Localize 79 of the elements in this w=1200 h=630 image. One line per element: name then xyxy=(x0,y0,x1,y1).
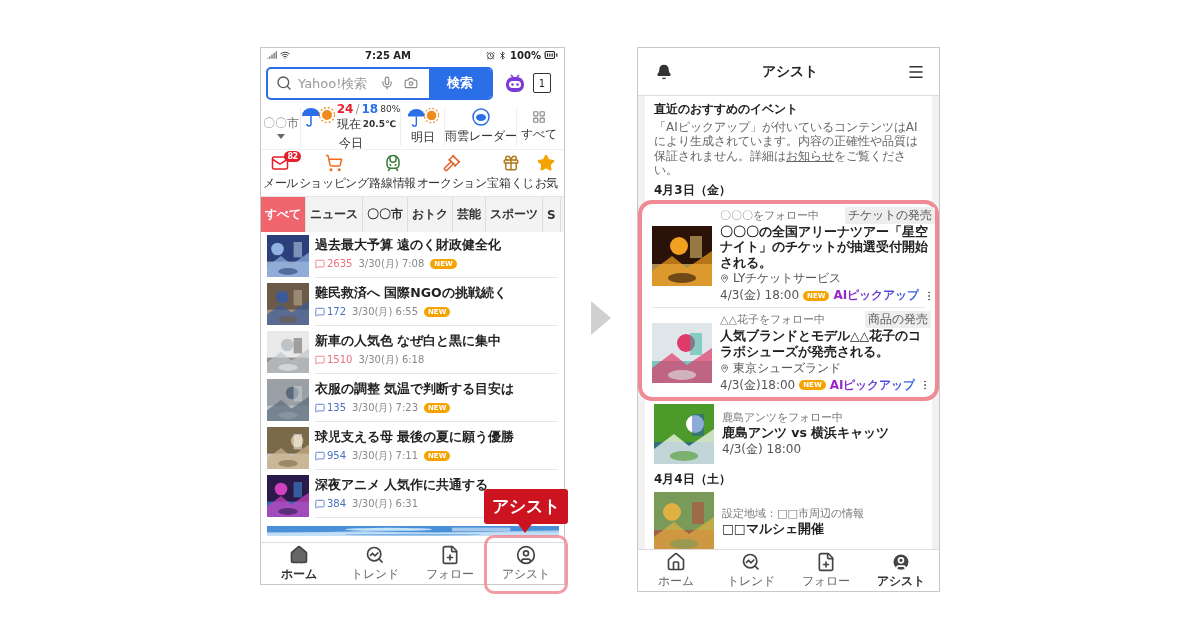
article-title[interactable]: 衣服の調整 気温で判断する目安は xyxy=(315,380,558,398)
service-label[interactable]: ショッピング xyxy=(298,175,369,192)
comment-count: 2635 xyxy=(315,258,353,269)
venue-label: 東京シューズランド xyxy=(733,359,841,377)
nav-tab[interactable]: アシスト xyxy=(863,550,939,591)
comment-count: 954 xyxy=(315,450,347,461)
location-label: 〇〇市 xyxy=(262,114,299,132)
category-tab[interactable]: S xyxy=(543,197,561,232)
now-label: 現在 xyxy=(336,115,361,133)
ai-notice: 「AIピックアップ」が付いているコンテンツはAIにより生成されています。内容の正確性や品質は保証されません。詳細はお知らせをご覧ください。 xyxy=(654,120,919,178)
article-date: 3/30(月) 7:23 xyxy=(352,400,418,415)
comment-count: 172 xyxy=(315,306,347,317)
radar-label: 雨雲レーダー xyxy=(444,128,517,145)
article-title[interactable]: 球児支える母 最後の夏に願う優勝 xyxy=(315,428,558,446)
event-card[interactable]: 鹿島アンツをフォロー中 鹿島アンツ vs 横浜キャッツ 4/3(金) 18:00 xyxy=(654,400,923,467)
article-date: 3/30(月) 7:11 xyxy=(352,448,418,463)
service-label[interactable]: 路線情報 xyxy=(369,175,416,192)
comment-count: 135 xyxy=(315,402,347,413)
date-heading: 4月4日（土） xyxy=(654,470,732,488)
all-label: すべて xyxy=(521,126,557,143)
event-time: 4/3(金)18:00 xyxy=(720,376,796,394)
service-label[interactable]: メール xyxy=(263,175,298,192)
search-field[interactable]: Yahoo!検索 検索 xyxy=(266,66,493,100)
count-badge: 82 xyxy=(284,151,301,162)
event-title[interactable]: 〇〇〇の全国アリーナツアー「星空ナイト」のチケットが抽選受付開始される。 xyxy=(720,223,936,271)
article-title[interactable]: 過去最大予算 遠のく財政健全化 xyxy=(315,236,558,254)
article-title[interactable]: 難民救済へ 国際NGOの挑戦続く xyxy=(315,284,558,302)
low-temp: 18 xyxy=(361,101,379,116)
nav-tab[interactable]: アシスト xyxy=(488,543,564,584)
category-tab[interactable]: おトク xyxy=(408,197,453,232)
comment-count: 1510 xyxy=(315,354,353,365)
event-time: 4/3(金) 18:00 xyxy=(720,287,800,305)
screen-title: アシスト xyxy=(761,62,818,81)
event-time: 4/3(金) 18:00 xyxy=(722,440,802,458)
follow-label: 設定地域：□□市周辺の情報 xyxy=(722,506,864,522)
status-time: 7:25 AM xyxy=(365,49,412,61)
comment-count: 384 xyxy=(315,498,347,509)
nav-tab[interactable]: トレンド xyxy=(713,550,789,591)
category-tab[interactable]: 芸能 xyxy=(453,197,486,232)
search-button[interactable]: 検索 xyxy=(429,68,491,98)
service-label[interactable]: 宝箱くじ xyxy=(487,175,534,192)
article-date: 3/30(月) 6:55 xyxy=(352,304,418,319)
event-title[interactable]: 人気ブランドとモデル△△花子のコラボシューズが発売される。 xyxy=(720,328,932,360)
notice-link[interactable]: お知らせ xyxy=(786,148,834,163)
tomorrow-label: 明日 xyxy=(410,128,435,146)
nav-tab[interactable]: ホーム xyxy=(261,543,337,584)
service-label[interactable]: お気 xyxy=(534,175,559,192)
event-card[interactable]: 設定地域：□□市周辺の情報 □□マルシェ開催 xyxy=(654,488,923,549)
high-temp: 24 xyxy=(336,101,354,116)
service-label[interactable]: オークション xyxy=(416,175,487,192)
venue-label: LYチケットサービス xyxy=(733,270,842,288)
now-temp: 20.5℃ xyxy=(362,119,396,129)
today-label: 今日 xyxy=(338,134,363,152)
article-title[interactable]: 新車の人気色 なぜ白と黒に集中 xyxy=(315,332,558,350)
category-tag: 商品の発売 xyxy=(865,311,932,329)
battery-percent: 100% xyxy=(510,49,541,61)
callout-label: アシスト xyxy=(484,489,568,524)
category-tag: チケットの発売 xyxy=(845,206,936,224)
category-tab[interactable]: スポーツ xyxy=(486,197,543,232)
precip-chance: 80% xyxy=(380,103,401,114)
nav-tab[interactable]: トレンド xyxy=(336,543,413,584)
article-date: 3/30(月) 7:08 xyxy=(358,256,425,271)
follow-label: 〇〇〇をフォロー中 xyxy=(720,207,819,223)
nav-tab[interactable]: ホーム xyxy=(638,550,714,591)
category-tab[interactable]: 〇〇市 xyxy=(363,197,408,232)
follow-label: △△花子をフォロー中 xyxy=(720,312,825,328)
date-heading: 4月3日（金） xyxy=(654,181,732,199)
event-title[interactable]: 鹿島アンツ vs 横浜キャッツ xyxy=(722,424,923,441)
follow-label: 鹿島アンツをフォロー中 xyxy=(722,409,843,425)
nav-tab[interactable]: フォロー xyxy=(788,550,864,591)
article-date: 3/30(月) 6:31 xyxy=(352,496,418,511)
article-date: 3/30(月) 6:18 xyxy=(358,352,425,367)
nav-tab[interactable]: フォロー xyxy=(412,543,489,584)
ai-pickup-label: AIピックアップ xyxy=(829,376,916,394)
category-tab[interactable]: ニュース xyxy=(306,197,363,232)
tab-counter[interactable]: 1 xyxy=(533,73,551,93)
temp-separator: / xyxy=(355,101,360,116)
event-title[interactable]: □□マルシェ開催 xyxy=(722,521,923,537)
section-title: 直近のおすすめのイベント xyxy=(654,101,799,118)
